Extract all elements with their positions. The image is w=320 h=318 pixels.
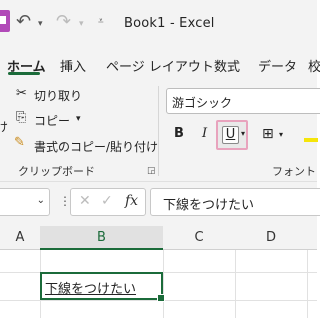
- formula-bar: ⌄ ⋮ ✕ ✓ fx 下線をつけたい: [0, 182, 320, 226]
- column-header-e[interactable]: [307, 226, 317, 250]
- customize-quick-access-icon[interactable]: ⩡: [98, 16, 104, 27]
- column-gridline: [163, 250, 164, 318]
- column-header-a[interactable]: A: [0, 226, 40, 250]
- cell-b-text: 下線をつけたい: [45, 282, 137, 297]
- font-group-label: フォント: [272, 165, 316, 178]
- insert-function-icon[interactable]: fx: [125, 193, 138, 209]
- fill-color-icon[interactable]: [304, 124, 318, 142]
- column-gridline: [307, 250, 308, 318]
- redo-icon[interactable]: ↷: [56, 13, 71, 31]
- font-name-box[interactable]: 游ゴシック: [166, 88, 320, 114]
- active-tab-indicator: [8, 72, 40, 75]
- formula-actions: ✕ ✓ fx: [70, 188, 146, 216]
- clipboard-dialog-launcher-icon[interactable]: ◲: [147, 166, 156, 176]
- ribbon-divider: [158, 86, 159, 176]
- name-box[interactable]: ⌄: [0, 188, 50, 216]
- copy-button[interactable]: コピー: [34, 112, 70, 129]
- tab-page-layout[interactable]: ページ レイアウト: [106, 56, 214, 75]
- ribbon-tabs: ホーム 挿入 ページ レイアウト 数式 データ 校: [0, 46, 320, 80]
- paste-label-fragment[interactable]: け: [0, 118, 8, 135]
- copy-dropdown-icon[interactable]: ▾: [76, 114, 81, 124]
- scissors-icon[interactable]: ✂: [16, 86, 27, 101]
- undo-dropdown-icon[interactable]: ▾: [38, 19, 43, 29]
- column-header-c[interactable]: C: [163, 226, 235, 250]
- excel-logo-icon: [0, 10, 10, 32]
- format-painter-icon[interactable]: ✎: [14, 135, 25, 150]
- underline-button-highlighted[interactable]: U ▾: [216, 120, 248, 150]
- formula-input[interactable]: 下線をつけたい: [150, 188, 320, 216]
- redo-dropdown-icon[interactable]: ▾: [79, 19, 84, 29]
- italic-button[interactable]: I: [202, 126, 207, 141]
- underline-dropdown-icon[interactable]: ▾: [241, 129, 245, 138]
- format-painter-button[interactable]: 書式のコピー/貼り付け: [34, 138, 158, 155]
- tab-data[interactable]: データ: [258, 56, 297, 75]
- borders-icon[interactable]: ⊞: [262, 126, 274, 142]
- cancel-icon[interactable]: ✕: [79, 193, 91, 209]
- underline-icon[interactable]: U: [222, 126, 239, 144]
- cut-button[interactable]: 切り取り: [34, 87, 82, 104]
- clipboard-group-label: クリップボード: [18, 165, 95, 178]
- borders-dropdown-icon[interactable]: ▾: [279, 130, 283, 139]
- enter-icon[interactable]: ✓: [101, 193, 113, 209]
- tab-review[interactable]: 校: [308, 56, 320, 75]
- column-header-d[interactable]: D: [235, 226, 307, 250]
- tab-insert[interactable]: 挿入: [60, 56, 86, 75]
- bold-button[interactable]: B: [174, 126, 184, 141]
- column-header-b[interactable]: B: [40, 226, 163, 250]
- title-bar: ↶ ▾ ↷ ▾ ⩡ Book1 - Excel: [0, 0, 317, 46]
- window-title: Book1 - Excel: [124, 16, 215, 31]
- copy-icon[interactable]: ⎘: [16, 110, 26, 125]
- undo-icon[interactable]: ↶: [16, 13, 31, 31]
- tab-formulas[interactable]: 数式: [214, 56, 240, 75]
- name-box-dropdown-icon[interactable]: ⌄: [37, 195, 45, 206]
- column-gridline: [235, 250, 236, 318]
